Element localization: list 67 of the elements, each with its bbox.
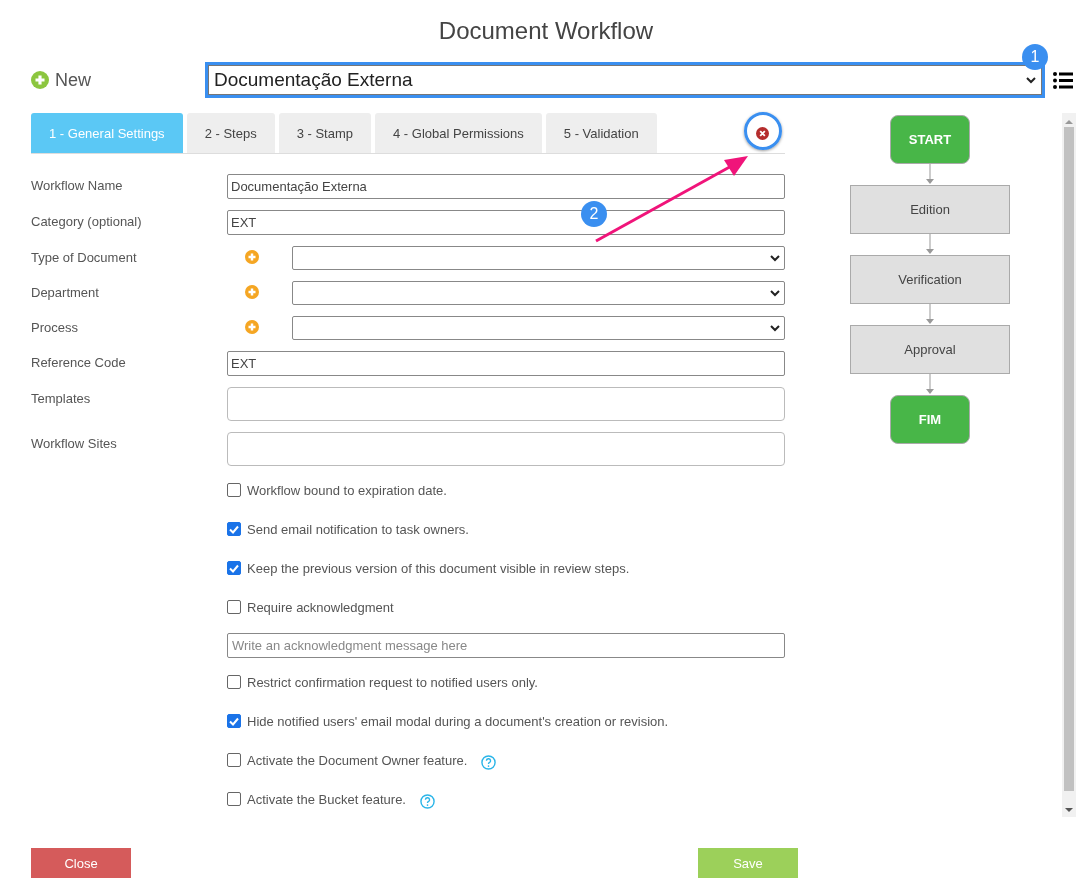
text-field[interactable]: Documentação Externa [227,174,785,199]
close-button[interactable]: Close [31,848,131,878]
connector-arrow [926,374,934,395]
step-node: Verification [850,255,1010,304]
help-icon[interactable] [481,754,497,770]
option-label: Send email notification to task owners. [247,521,469,537]
tab[interactable]: 5 - Validation [545,113,657,153]
step-node: Approval [850,325,1010,374]
option-label: Restrict confirmation request to notified users only. [247,674,538,690]
scroll-down-icon[interactable] [1065,807,1073,813]
field-label: Reference Code [31,354,127,370]
connector-arrow [926,304,934,325]
field-label: Category (optional) [31,213,143,229]
checkbox[interactable] [227,522,241,536]
tab[interactable]: 4 - Global Permissions [375,113,542,153]
workflow-select[interactable]: Documentação Externa [205,62,1045,98]
terminal-node: FIM [890,395,970,444]
dropdown-field[interactable] [292,281,785,305]
list-icon[interactable] [1053,71,1073,89]
checkbox[interactable] [227,792,241,806]
step-node: Edition [850,185,1010,234]
add-icon[interactable] [245,320,259,334]
field-label: Type of Document [31,249,138,265]
tab[interactable]: 2 - Steps [186,113,275,153]
checkbox[interactable] [227,561,241,575]
callout-badge: 1 [1022,44,1048,70]
terminal-node: START [890,115,970,164]
caret-icon [770,289,780,297]
option-label: Hide notified users' email modal during a document's creation or revision. [247,713,669,729]
option-label: Require acknowledgment [247,599,394,615]
option-label: Keep the previous version of this document visible in review steps. [247,560,630,576]
message-field[interactable]: Write an acknowledgment message here [227,633,785,658]
checkbox[interactable] [227,753,241,767]
caret-icon [1026,76,1036,84]
option-label: Activate the Document Owner feature. [247,752,468,768]
dropdown-field[interactable] [292,316,785,340]
highlight-ring [744,112,782,150]
text-field[interactable] [227,432,785,466]
checkbox[interactable] [227,483,241,497]
field-label: Templates [31,390,92,406]
plus-icon[interactable] [31,71,49,89]
help-icon[interactable] [420,793,435,809]
scrollbar[interactable] [1062,113,1076,817]
field-label: Process [31,319,79,335]
connector-arrow [926,234,934,255]
caret-icon [770,324,780,332]
tab[interactable]: 3 - Stamp [278,113,371,153]
dropdown-field[interactable] [292,246,785,270]
text-field[interactable] [227,387,785,421]
dialog-title: Document Workflow [437,16,655,46]
callout-badge: 2 [581,201,607,227]
add-icon[interactable] [245,285,259,299]
field-label: Workflow Sites [31,435,118,451]
field-label: Department [31,284,100,300]
new-button[interactable]: New [31,69,205,91]
option-label: Workflow bound to expiration date. [247,482,447,498]
caret-icon [770,254,780,262]
option-label: Activate the Bucket feature. [247,791,406,807]
connector-arrow [926,164,934,185]
scroll-up-icon[interactable] [1065,119,1073,125]
text-field[interactable]: EXT [227,351,785,376]
field-label: Workflow Name [31,177,124,193]
delete-icon[interactable] [756,126,769,140]
checkbox[interactable] [227,714,241,728]
add-icon[interactable] [245,250,259,264]
checkbox[interactable] [227,600,241,614]
checkbox[interactable] [227,675,241,689]
